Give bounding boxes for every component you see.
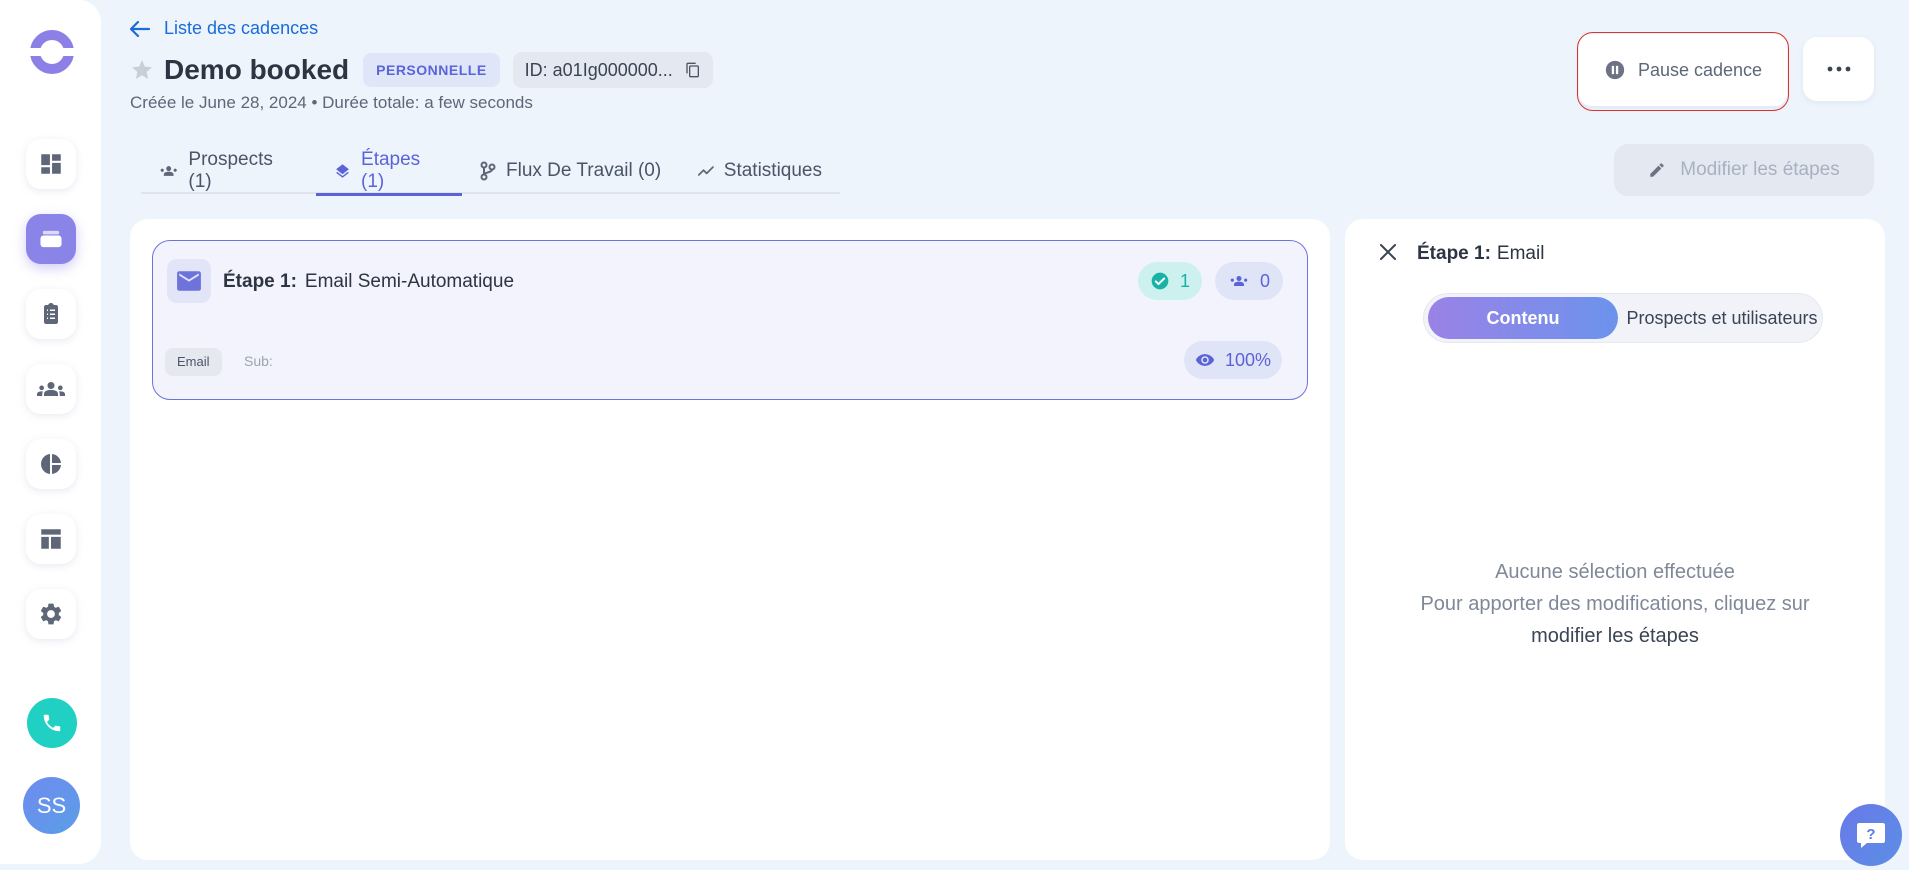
avatar[interactable]: SS: [23, 777, 80, 834]
more-horizontal-icon: [1827, 66, 1850, 72]
tab-workflows-label: Flux De Travail (0): [506, 159, 662, 181]
page-title: Demo booked: [164, 54, 350, 85]
star-icon[interactable]: [130, 58, 154, 82]
pie-chart-icon: [41, 454, 61, 474]
empty-state: Aucune sélection effectuée Pour apporter…: [1345, 556, 1885, 652]
empty-state-title: Aucune sélection effectuée: [1495, 561, 1735, 583]
app-logo[interactable]: [28, 28, 76, 76]
sidebar-item-templates[interactable]: [26, 514, 76, 564]
tab-workflows[interactable]: Flux De Travail (0): [462, 147, 680, 194]
toggle-content-option[interactable]: Contenu: [1428, 297, 1618, 339]
users-icon: [160, 165, 177, 176]
sidebar-item-cadences[interactable]: [26, 214, 76, 264]
back-link-label: Liste des cadences: [164, 18, 319, 38]
modify-steps-label: Modifier les étapes: [1680, 159, 1840, 180]
tab-bar: Prospects (1) Étapes (1) Flux De Travail…: [141, 147, 840, 196]
branch-icon: [480, 161, 496, 180]
tab-prospects-label: Prospects (1): [188, 148, 273, 192]
gear-icon: [40, 603, 62, 625]
step-detail-panel: Étape 1: Email Contenu Prospects et utili…: [1345, 219, 1885, 860]
tab-etapes[interactable]: Étapes (1): [316, 147, 462, 196]
pencil-icon: [1650, 163, 1665, 177]
step-title: Étape 1: Email Semi-Automatique: [223, 271, 514, 293]
trend-icon: [698, 165, 714, 176]
content-toggle: Contenu Prospects et utilisateurs: [1423, 293, 1823, 343]
cadence-id-chip: ID: a01Ig000000...: [512, 52, 713, 88]
users-count: 0: [1259, 270, 1270, 291]
completed-count: 1: [1179, 270, 1190, 291]
step-prefix: Étape 1:: [223, 271, 297, 292]
clipboard-icon: [44, 303, 58, 324]
more-options-button[interactable]: [1803, 37, 1874, 101]
call-button[interactable]: [27, 698, 77, 748]
layout-icon: [41, 529, 61, 549]
title-row: Demo booked PERSONNELLE ID: a01Ig000000.…: [130, 52, 713, 88]
step-card[interactable]: Étape 1: Email Semi-Automatique 1 0 Email…: [152, 240, 1308, 400]
help-button[interactable]: ?: [1840, 804, 1902, 866]
visibility-badge: PERSONNELLE: [363, 53, 500, 87]
tab-statistiques-label: Statistiques: [723, 159, 822, 181]
eye-icon: [1195, 354, 1215, 366]
tab-etapes-label: Étapes (1): [361, 148, 421, 192]
step-type-chip: Email: [165, 348, 222, 376]
help-icon: ?: [1857, 823, 1885, 848]
sidebar-item-reports[interactable]: [26, 439, 76, 489]
dashboard-icon: [41, 154, 61, 174]
sidebar-item-dashboard[interactable]: [26, 139, 76, 189]
svg-text:?: ?: [1866, 826, 1875, 843]
tab-prospects[interactable]: Prospects (1): [141, 147, 316, 194]
cadence-id-label: ID: a01Ig000000...: [524, 60, 673, 80]
close-icon[interactable]: [1377, 241, 1399, 263]
detail-title: Étape 1: Email: [1417, 243, 1544, 265]
subject-label: Sub:: [244, 353, 273, 369]
avatar-initials: SS: [36, 792, 67, 818]
users-count-pill: 0: [1215, 262, 1283, 300]
empty-state-link[interactable]: modifier les étapes: [1345, 620, 1885, 652]
users-icon: [37, 382, 65, 396]
email-icon: [177, 271, 201, 291]
copy-icon[interactable]: [685, 61, 701, 79]
phone-icon: [43, 714, 61, 732]
sidebar: SS: [0, 0, 101, 864]
layers-icon: [336, 163, 349, 178]
users-icon: [1230, 276, 1248, 286]
tab-statistiques[interactable]: Statistiques: [680, 147, 840, 194]
back-to-cadences-link[interactable]: Liste des cadences: [130, 18, 318, 39]
sidebar-item-settings[interactable]: [26, 589, 76, 639]
highlight-outline: [1577, 32, 1789, 111]
cadence-meta: Créée le June 28, 2024 • Durée totale: a…: [130, 93, 533, 112]
detail-title-prefix: Étape 1:: [1417, 243, 1491, 264]
open-rate: 100%: [1224, 349, 1272, 370]
step-name: Email Semi-Automatique: [304, 271, 515, 292]
open-rate-pill: 100%: [1184, 341, 1282, 379]
detail-title-value: Email: [1496, 243, 1545, 264]
steps-panel: Étape 1: Email Semi-Automatique 1 0 Email…: [130, 219, 1330, 860]
sidebar-item-contacts[interactable]: [26, 364, 76, 414]
cadences-icon: [40, 230, 62, 248]
modify-steps-button[interactable]: Modifier les étapes: [1614, 144, 1874, 196]
sidebar-item-tasks[interactable]: [26, 289, 76, 339]
empty-state-text: Pour apporter des modifications, cliquez…: [1420, 593, 1810, 615]
toggle-prospects-option[interactable]: Prospects et utilisateurs: [1624, 294, 1820, 342]
check-circle-icon: [1151, 272, 1169, 290]
step-type-icon-box: [167, 259, 211, 303]
completed-count-pill: 1: [1138, 262, 1202, 300]
arrow-left-icon: [130, 20, 150, 37]
